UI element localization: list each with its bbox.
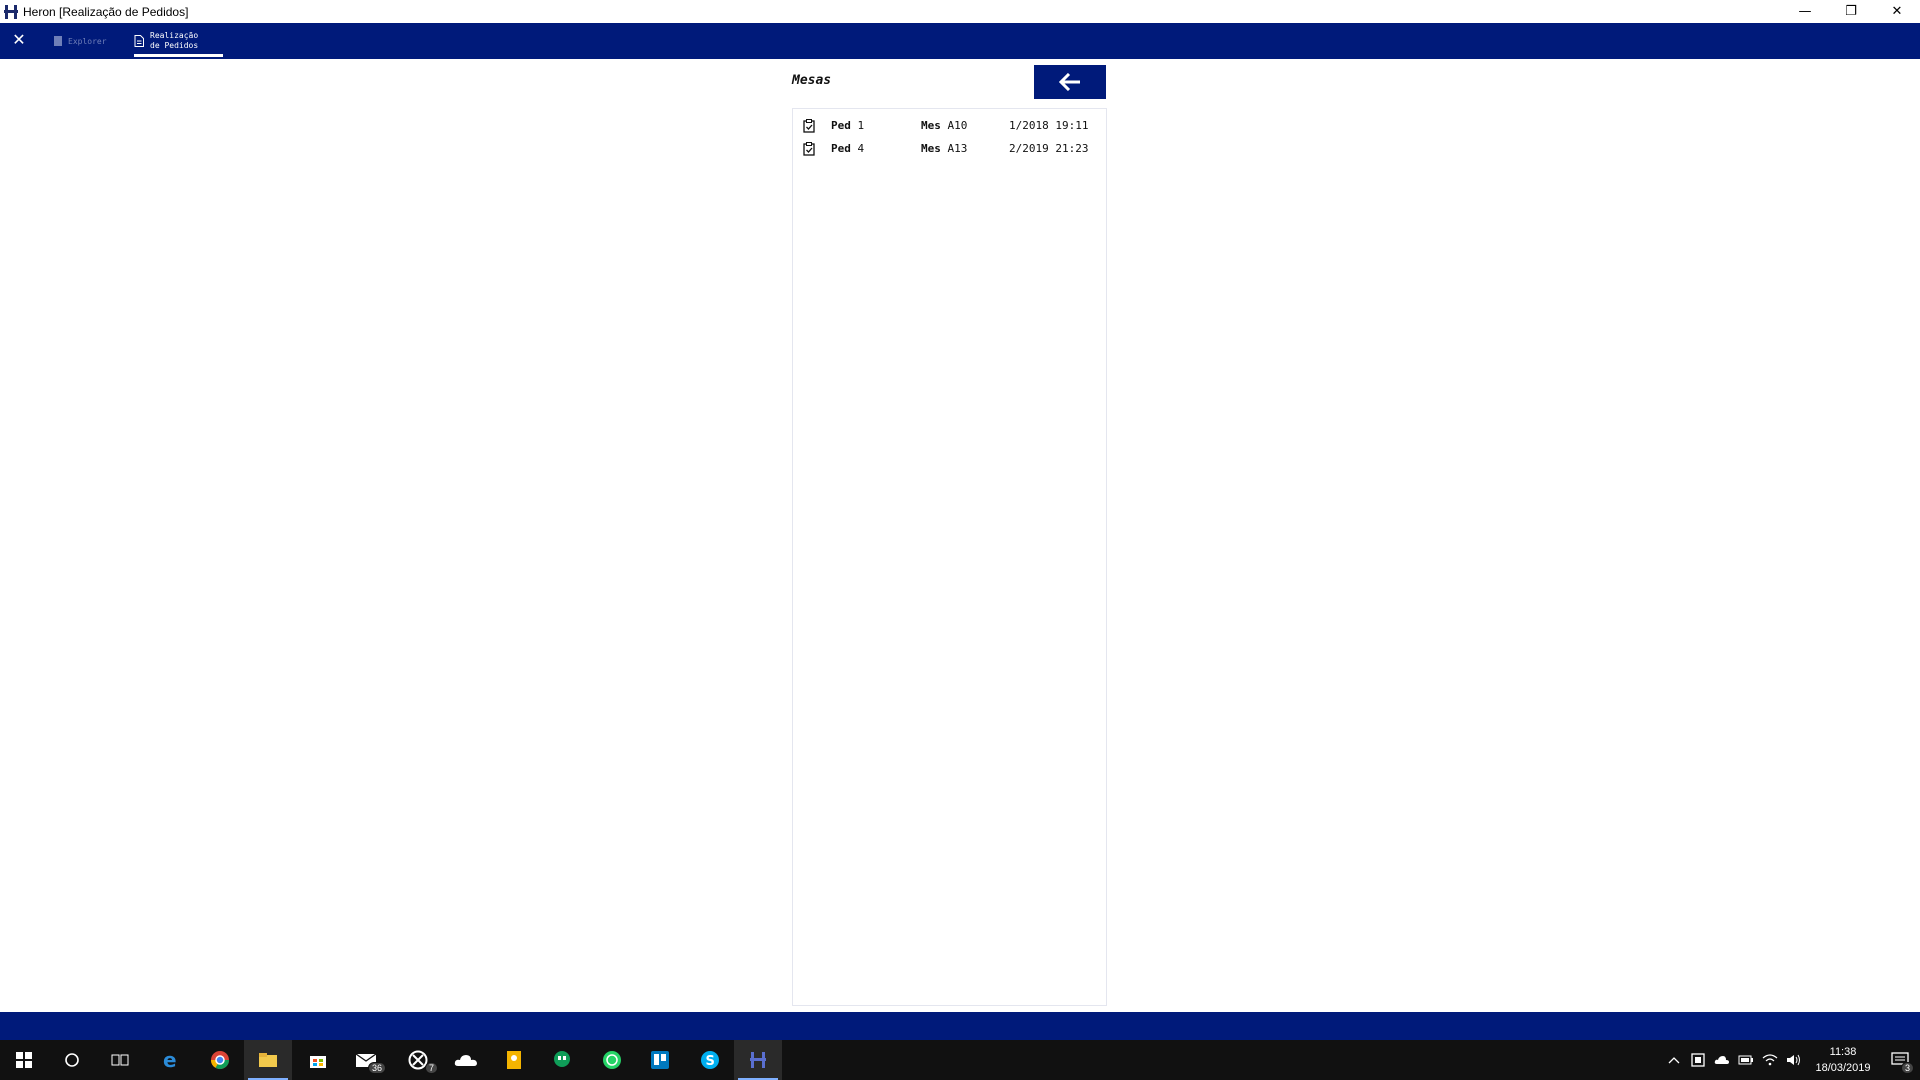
page-title: Mesas	[792, 73, 832, 88]
order-id: Ped 1	[831, 119, 865, 132]
taskbar-clock[interactable]: 11:38 18/03/2019	[1806, 1044, 1880, 1076]
svg-text:S: S	[706, 1054, 715, 1069]
document-icon	[134, 35, 144, 47]
system-tray: 11:38 18/03/2019 3	[1662, 1040, 1920, 1080]
heron-taskbar-icon[interactable]	[734, 1040, 782, 1080]
back-button[interactable]	[1034, 65, 1106, 99]
wifi-icon[interactable]	[1758, 1040, 1782, 1080]
order-table: Mes A10	[921, 119, 968, 132]
battery-icon[interactable]	[1734, 1040, 1758, 1080]
list-item[interactable]: Ped 4 Mes A13 2/2019 21:23	[793, 138, 1106, 160]
svg-text:e: e	[163, 1050, 177, 1070]
window-close-button[interactable]: ✕	[1874, 0, 1920, 23]
xbox-icon[interactable]: 7	[394, 1040, 442, 1080]
xbox-badge: 7	[424, 1062, 438, 1074]
arrow-left-icon	[1059, 73, 1080, 91]
onedrive-tray-icon[interactable]	[1710, 1040, 1734, 1080]
app-toolbar: ✕ Explorer Realização de Pedidos	[0, 23, 1920, 59]
clipboard-check-icon	[803, 142, 815, 159]
cortana-search-icon[interactable]	[48, 1040, 96, 1080]
order-datetime: 1/2018 19:11	[1009, 119, 1089, 132]
list-item[interactable]: Ped 1 Mes A10 1/2018 19:11	[793, 115, 1106, 137]
mail-badge: 36	[367, 1062, 386, 1074]
windows-taskbar: e 36 7 S 11:38 18/03/2019 3	[0, 1040, 1920, 1080]
clock-time: 11:38	[1829, 1046, 1857, 1058]
hangouts-icon[interactable]	[538, 1040, 586, 1080]
window-title: Heron [Realização de Pedidos]	[23, 4, 189, 19]
store-icon[interactable]	[294, 1040, 342, 1080]
document-icon	[54, 36, 62, 46]
onedrive-icon[interactable]	[442, 1040, 490, 1080]
close-icon[interactable]: ✕	[10, 31, 28, 49]
window-titlebar: Heron [Realização de Pedidos] — ❐ ✕	[0, 0, 1920, 23]
tab-explorer-label: Explorer	[68, 36, 107, 46]
chrome-icon[interactable]	[196, 1040, 244, 1080]
minimize-button[interactable]: —	[1782, 0, 1828, 23]
whatsapp-icon[interactable]	[588, 1040, 636, 1080]
order-datetime: 2/2019 21:23	[1009, 142, 1089, 155]
order-id: Ped 4	[831, 142, 865, 155]
orders-list: Ped 1 Mes A10 1/2018 19:11 Ped 4 Mes A13…	[792, 108, 1107, 1006]
active-tab-indicator	[134, 54, 223, 57]
tab-realizacao-de-pedidos[interactable]: Realização de Pedidos	[134, 23, 223, 59]
task-view-icon[interactable]	[96, 1040, 144, 1080]
volume-icon[interactable]	[1782, 1040, 1806, 1080]
clock-date: 18/03/2019	[1815, 1062, 1871, 1074]
heron-tray-icon[interactable]	[1686, 1040, 1710, 1080]
chevron-up-icon[interactable]	[1662, 1040, 1686, 1080]
mail-icon[interactable]: 36	[342, 1040, 390, 1080]
app-statusbar	[0, 1012, 1920, 1040]
file-explorer-icon[interactable]	[244, 1040, 292, 1080]
notifications-badge: 3	[1900, 1062, 1914, 1074]
trello-icon[interactable]	[636, 1040, 684, 1080]
restore-button[interactable]: ❐	[1828, 0, 1874, 23]
keep-icon[interactable]	[490, 1040, 538, 1080]
tab-explorer[interactable]: Explorer	[54, 23, 107, 59]
heron-app-icon	[3, 4, 19, 20]
tab-realizacao-label: Realização de Pedidos	[150, 31, 199, 50]
order-table: Mes A13	[921, 142, 968, 155]
clipboard-check-icon	[803, 119, 815, 136]
skype-icon[interactable]: S	[686, 1040, 734, 1080]
edge-browser-icon[interactable]: e	[146, 1040, 194, 1080]
action-center-icon[interactable]: 3	[1880, 1040, 1920, 1080]
windows-start-icon[interactable]	[0, 1040, 48, 1080]
